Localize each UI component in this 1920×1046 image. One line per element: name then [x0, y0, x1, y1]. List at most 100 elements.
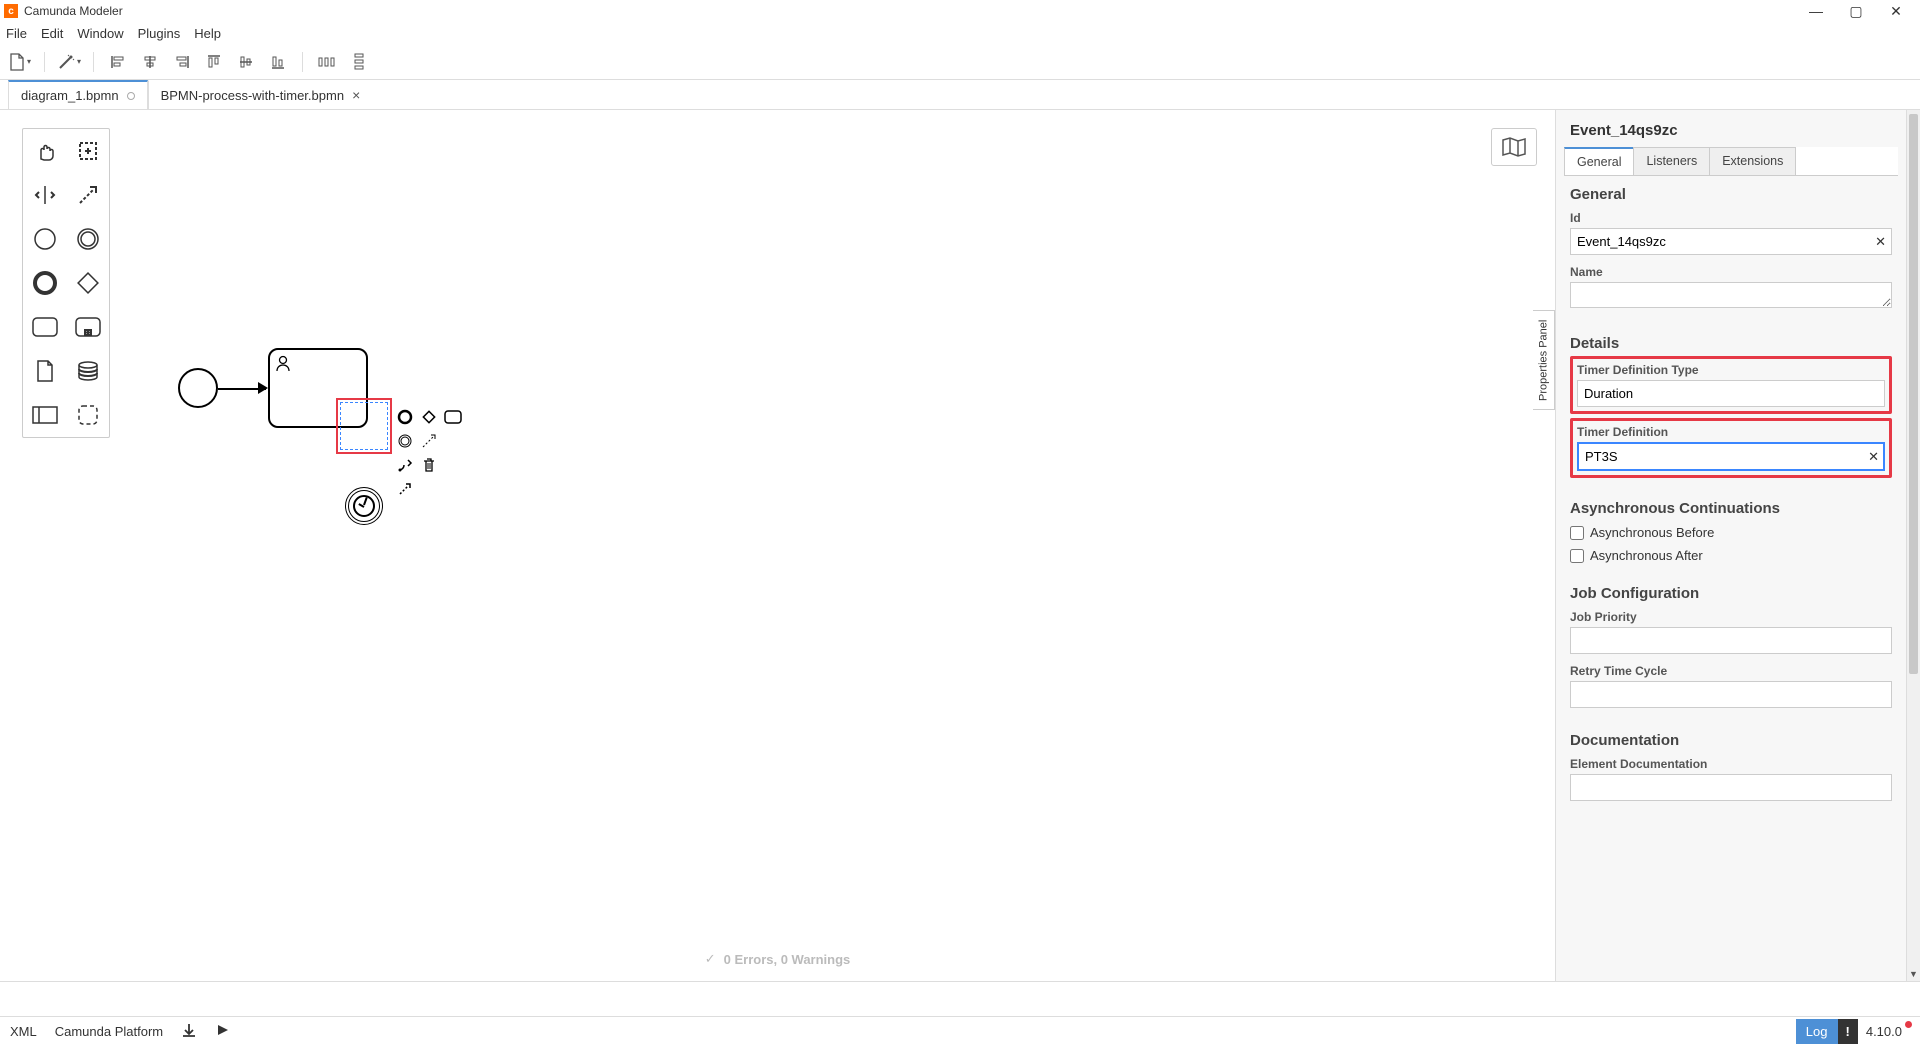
validation-status[interactable]: ✓ 0 Errors, 0 Warnings	[705, 951, 851, 967]
space-tool[interactable]	[23, 173, 66, 217]
distribute-v-button[interactable]	[347, 50, 371, 74]
align-left-button[interactable]	[106, 50, 130, 74]
append-end-event-icon[interactable]	[394, 406, 416, 428]
hand-tool[interactable]	[23, 129, 66, 173]
append-task-icon[interactable]	[442, 406, 464, 428]
properties-tab-extensions[interactable]: Extensions	[1709, 147, 1796, 175]
maximize-button[interactable]: ▢	[1836, 3, 1876, 20]
menu-file[interactable]: File	[6, 26, 27, 41]
connect-icon[interactable]	[394, 478, 416, 500]
group-tool[interactable]	[66, 393, 109, 437]
user-task-icon	[274, 354, 292, 375]
menu-bar: File Edit Window Plugins Help	[0, 22, 1920, 44]
append-text-annotation-icon[interactable]	[418, 430, 440, 452]
properties-tab-general[interactable]: General	[1564, 147, 1634, 175]
group-documentation: Documentation Element Documentation	[1556, 722, 1906, 815]
target-platform-button[interactable]: Camunda Platform	[55, 1024, 163, 1039]
new-file-button[interactable]: ▾	[8, 50, 32, 74]
context-pad	[394, 406, 464, 500]
start-instance-button[interactable]	[215, 1023, 229, 1040]
align-right-button[interactable]	[170, 50, 194, 74]
bpmn-start-event[interactable]	[178, 368, 218, 408]
align-top-button[interactable]	[202, 50, 226, 74]
selection-dash	[340, 402, 388, 450]
align-middle-v-button[interactable]	[234, 50, 258, 74]
group-title-general: General	[1570, 186, 1892, 203]
check-icon: ✓	[705, 951, 716, 967]
diagram-canvas[interactable]: ✓ 0 Errors, 0 Warnings Properties Panel	[0, 110, 1555, 981]
group-title-details: Details	[1570, 335, 1892, 352]
async-after-checkbox[interactable]	[1570, 549, 1584, 563]
properties-panel: ▼ Event_14qs9zc General Listeners Extens…	[1555, 110, 1920, 981]
id-label: Id	[1570, 211, 1892, 225]
global-connect-tool[interactable]	[66, 173, 109, 217]
properties-panel-toggle[interactable]: Properties Panel	[1533, 310, 1555, 410]
close-window-button[interactable]: ✕	[1876, 3, 1916, 20]
validation-text: 0 Errors, 0 Warnings	[724, 952, 851, 967]
app-icon: c	[4, 4, 18, 18]
distribute-h-button[interactable]	[315, 50, 339, 74]
scrollbar-down-icon[interactable]: ▼	[1907, 967, 1920, 981]
scrollbar-thumb[interactable]	[1909, 114, 1918, 674]
subprocess-expanded-tool[interactable]	[66, 305, 109, 349]
version-label[interactable]: 4.10.0	[1858, 1019, 1910, 1044]
timer-def-type-label: Timer Definition Type	[1577, 363, 1885, 377]
menu-plugins[interactable]: Plugins	[138, 26, 181, 41]
lasso-tool[interactable]	[66, 129, 109, 173]
gateway-tool[interactable]	[66, 261, 109, 305]
tab-bpmn-process-with-timer[interactable]: BPMN-process-with-timer.bpmn ×	[148, 80, 374, 109]
menu-edit[interactable]: Edit	[41, 26, 63, 41]
id-input[interactable]	[1570, 228, 1892, 255]
data-store-tool[interactable]	[66, 349, 109, 393]
tab-label: BPMN-process-with-timer.bpmn	[161, 88, 345, 103]
magic-wand-button[interactable]: ▾	[57, 50, 81, 74]
append-gateway-icon[interactable]	[418, 406, 440, 428]
minimap-toggle[interactable]	[1491, 128, 1537, 166]
delete-icon[interactable]	[418, 454, 440, 476]
async-after-label: Asynchronous After	[1590, 548, 1703, 563]
start-event-tool[interactable]	[23, 217, 66, 261]
participant-tool[interactable]	[23, 393, 66, 437]
bpmn-timer-boundary-event[interactable]	[345, 487, 383, 525]
properties-tab-listeners[interactable]: Listeners	[1633, 147, 1710, 175]
error-badge[interactable]: !	[1838, 1019, 1858, 1044]
properties-scrollbar[interactable]: ▼	[1906, 110, 1920, 981]
task-tool[interactable]	[23, 305, 66, 349]
menu-window[interactable]: Window	[77, 26, 123, 41]
timer-def-type-select[interactable]: Duration	[1577, 380, 1885, 407]
name-input[interactable]	[1570, 282, 1892, 308]
job-priority-label: Job Priority	[1570, 610, 1892, 624]
unsaved-indicator-icon	[127, 92, 135, 100]
end-event-tool[interactable]	[23, 261, 66, 305]
name-label: Name	[1570, 265, 1892, 279]
group-details: Details Timer Definition Type Duration T…	[1556, 325, 1906, 490]
menu-help[interactable]: Help	[194, 26, 221, 41]
tab-label: diagram_1.bpmn	[21, 88, 119, 103]
tool-palette	[22, 128, 110, 438]
append-intermediate-event-icon[interactable]	[394, 430, 416, 452]
align-center-h-button[interactable]	[138, 50, 162, 74]
align-bottom-button[interactable]	[266, 50, 290, 74]
view-xml-button[interactable]: XML	[10, 1024, 37, 1039]
log-button[interactable]: Log	[1796, 1019, 1838, 1044]
title-bar: c Camunda Modeler — ▢ ✕	[0, 0, 1920, 22]
minimize-button[interactable]: —	[1796, 3, 1836, 20]
clear-id-icon[interactable]: ✕	[1875, 234, 1886, 250]
properties-panel-toggle-label: Properties Panel	[1538, 319, 1550, 400]
timer-def-input[interactable]	[1577, 442, 1885, 471]
element-doc-input[interactable]	[1570, 774, 1892, 801]
status-bar: XML Camunda Platform Log ! 4.10.0	[0, 1016, 1920, 1046]
deploy-button[interactable]	[181, 1022, 197, 1041]
change-type-icon[interactable]	[394, 454, 416, 476]
tab-diagram-1[interactable]: diagram_1.bpmn	[8, 80, 148, 109]
toolbar: ▾ ▾	[0, 44, 1920, 80]
clear-timer-def-icon[interactable]: ✕	[1868, 449, 1879, 465]
job-priority-input[interactable]	[1570, 627, 1892, 654]
async-before-checkbox[interactable]	[1570, 526, 1584, 540]
retry-cycle-input[interactable]	[1570, 681, 1892, 708]
intermediate-event-tool[interactable]	[66, 217, 109, 261]
data-object-tool[interactable]	[23, 349, 66, 393]
tabs-bar: diagram_1.bpmn BPMN-process-with-timer.b…	[0, 80, 1920, 110]
close-tab-icon[interactable]: ×	[352, 87, 360, 103]
main-area: ✓ 0 Errors, 0 Warnings Properties Panel …	[0, 110, 1920, 982]
